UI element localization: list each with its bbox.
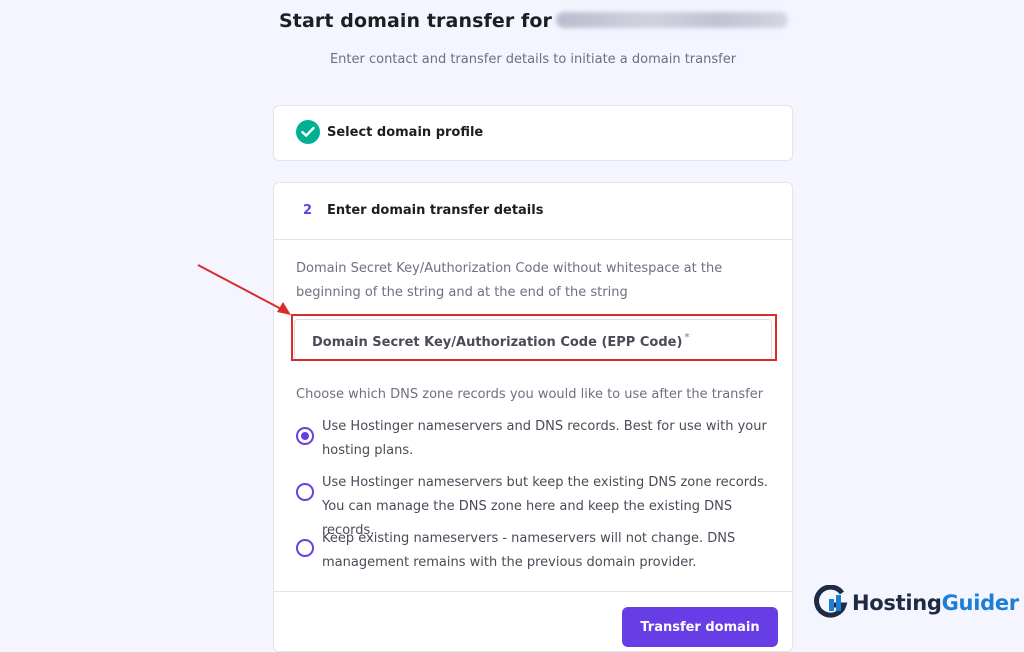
epp-help-text: Domain Secret Key/Authorization Code wit… — [296, 261, 723, 300]
radio-button[interactable] — [296, 483, 314, 501]
hostingguider-logo-icon — [814, 585, 848, 618]
watermark-brand-part2: Guider — [941, 591, 1020, 615]
dns-question: Choose which DNS zone records you would … — [296, 387, 764, 402]
watermark-brand: HostingGuider — [852, 591, 1019, 615]
page-title: Start domain transfer for — [0, 10, 1024, 32]
step-label: Enter domain transfer details — [327, 203, 544, 218]
step-enter-transfer-details: 2 Enter domain transfer details Domain S… — [273, 182, 793, 652]
blurred-domain-name — [556, 12, 789, 28]
hostingguider-watermark: HostingGuider — [812, 583, 1019, 623]
watermark-brand-part1: Hosting — [852, 591, 942, 615]
page-title-text: Start domain transfer for — [278, 10, 553, 32]
step-select-domain-profile[interactable]: Select domain profile — [273, 105, 793, 161]
transfer-domain-button[interactable]: Transfer domain — [622, 607, 778, 647]
divider — [274, 239, 792, 240]
check-icon — [296, 120, 320, 144]
annotation-arrow-icon — [197, 264, 291, 315]
divider — [274, 591, 792, 592]
step-label: Select domain profile — [327, 125, 484, 140]
radio-button[interactable] — [296, 539, 314, 557]
page-subtitle: Enter contact and transfer details to in… — [329, 52, 737, 67]
annotation-highlight-box — [291, 314, 777, 361]
dns-option-label: Use Hostinger nameservers and DNS record… — [322, 419, 767, 458]
dns-option-label: Keep existing nameservers - nameservers … — [322, 531, 736, 570]
radio-button-selected[interactable] — [296, 427, 314, 445]
step-number: 2 — [303, 203, 313, 218]
